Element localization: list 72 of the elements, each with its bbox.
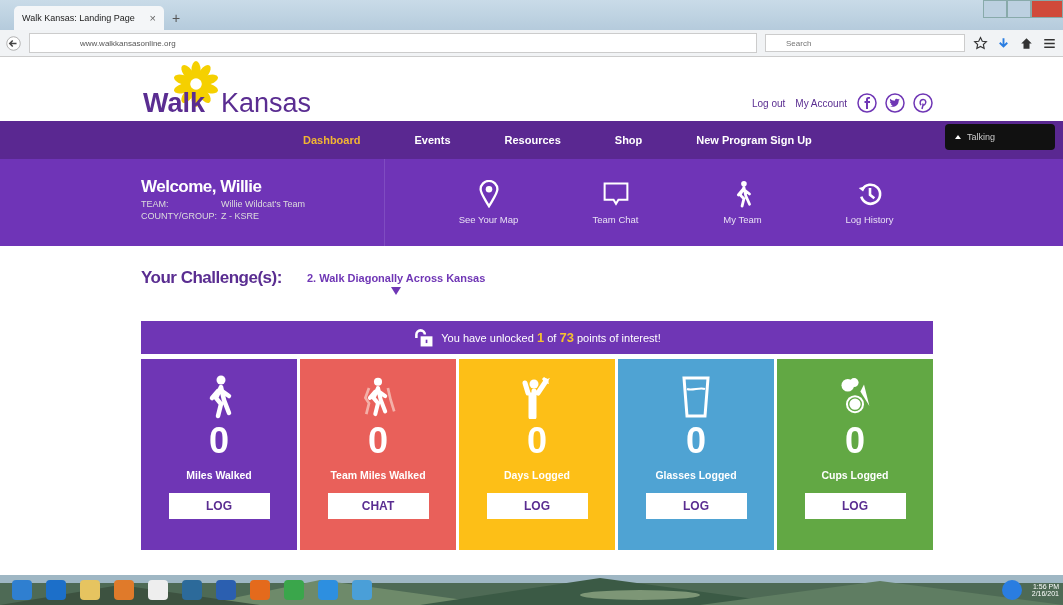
stat-label: Miles Walked [186,468,252,481]
stat-button[interactable]: LOG [645,492,747,519]
taskbar-app-icon[interactable] [46,580,66,600]
stat-button[interactable]: LOG [486,492,588,519]
back-icon[interactable] [6,35,21,51]
nav-link[interactable]: Resources [504,134,561,146]
address-field[interactable]: www.walkkansasonline.org [29,33,757,53]
taskbar-app-icon[interactable] [12,580,32,600]
quick-link[interactable]: See Your Map [425,180,552,225]
stat-label: Glasses Logged [655,468,737,481]
nav-link[interactable]: Dashboard [303,134,361,146]
maximize-button[interactable] [1007,0,1031,18]
info-label: TEAM: [141,199,170,209]
info-value: Willie Wildcat's Team [221,199,306,209]
quick-link[interactable]: Log History [806,180,933,225]
stat-value: 0 [209,421,229,461]
stat-label: Days Logged [504,468,570,481]
stat-value: 0 [527,421,547,461]
info-label: COUNTY/GROUP: [141,211,218,221]
browser-tab[interactable]: Walk Kansas: Landing Page × [14,6,164,30]
stat-button[interactable]: CHAT [327,492,429,519]
facebook-icon[interactable] [857,93,877,113]
quick-link-label: Log History [845,214,894,225]
nav-link[interactable]: Events [414,134,451,146]
logo-text: Kansas [221,90,312,117]
challenge-label: Your Challenge(s): [141,268,283,288]
tooltip: Talking [945,124,1055,150]
home-icon[interactable] [1019,35,1034,51]
tab-title: Walk Kansas: Landing Page [22,13,135,23]
stat-value: 0 [368,421,388,461]
taskbar-app-icon[interactable] [216,580,236,600]
close-button[interactable] [1031,0,1063,18]
quick-link-label: See Your Map [458,214,519,225]
pinterest-icon[interactable] [913,93,933,113]
header-link[interactable]: Log out [751,97,786,109]
taskbar-app-icon[interactable] [114,580,134,600]
stat-value: 0 [845,421,865,461]
quick-link-label: Team Chat [592,214,639,225]
history-icon [856,180,883,208]
chat-icon [602,180,629,208]
taskbar-app-icon[interactable] [250,580,270,600]
search-field[interactable]: Search [765,34,965,52]
new-tab-button[interactable]: + [172,10,181,26]
taskbar-app-icon[interactable] [318,580,338,600]
minimize-button[interactable] [983,0,1007,18]
unlock-message: You have unlocked 1 of 73 points of interest! [441,330,661,345]
stat-label: Cups Logged [821,468,889,481]
taskbar-app-icon[interactable] [80,580,100,600]
taskbar-app-icon[interactable] [284,580,304,600]
nav-link[interactable]: Shop [614,134,643,146]
nav-link[interactable]: New Program Sign Up [696,134,812,146]
star-icon[interactable] [973,35,988,51]
info-value: Z - KSRE [221,211,259,221]
taskbar-app-icon[interactable] [148,580,168,600]
challenge-dropdown[interactable]: 2. Walk Diagonally Across Kansas [307,272,486,295]
download-icon[interactable] [996,35,1011,51]
quick-link-label: My Team [723,214,762,225]
close-tab-button[interactable]: × [149,12,156,24]
caret-icon [391,287,402,295]
quick-link[interactable]: Team Chat [552,180,679,225]
stat-label: Team Miles Walked [330,468,426,481]
logo-text: Walk [143,90,205,117]
stat-button[interactable]: LOG [168,492,270,519]
header-link[interactable]: My Account [795,97,847,109]
bird-icon[interactable] [885,93,905,113]
welcome-title: Welcome, Willie [141,177,263,197]
quick-link[interactable]: My Team [679,180,806,225]
logo[interactable]: Walk Kansas [141,65,312,117]
stat-button[interactable]: LOG [804,492,906,519]
taskbar-app-icon[interactable] [182,580,202,600]
taskbar-app-icon[interactable] [352,580,372,600]
stat-value: 0 [686,421,706,461]
